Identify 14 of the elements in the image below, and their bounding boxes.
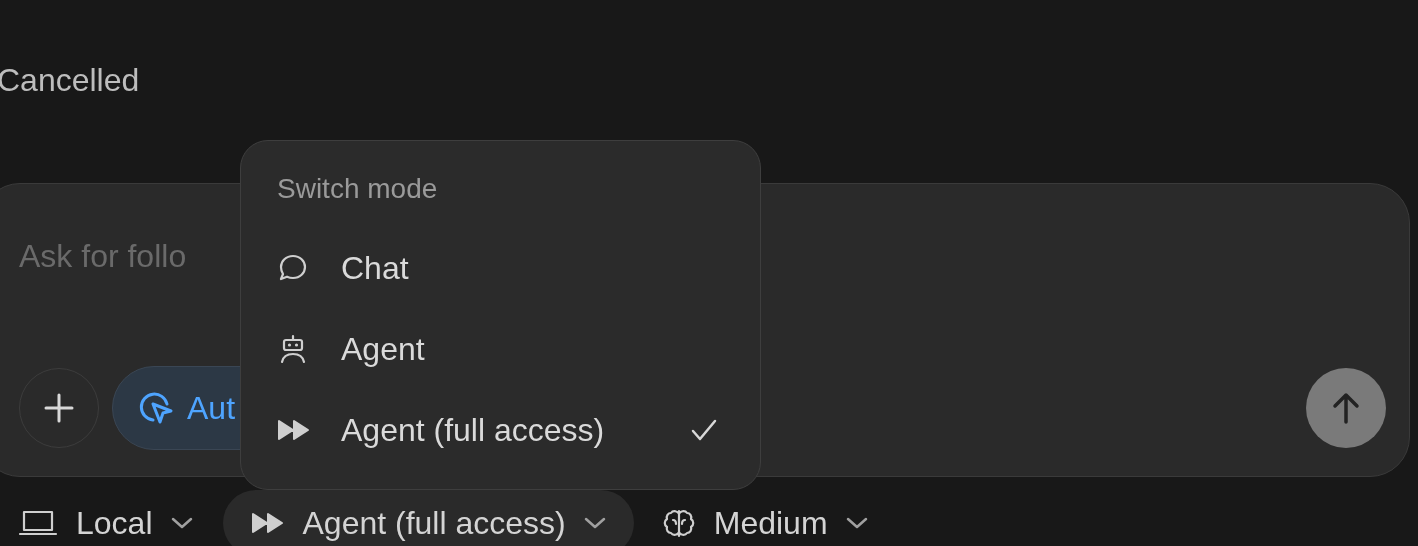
chevron-down-icon — [583, 516, 606, 530]
cursor-icon — [139, 390, 173, 426]
mode-selector[interactable]: Local — [18, 490, 193, 546]
mode-selector[interactable]: Agent (full access) — [222, 490, 634, 546]
mode-selector[interactable]: Medium — [645, 490, 884, 546]
chevron-down-icon — [845, 516, 868, 530]
chevron-down-icon — [170, 516, 193, 530]
fast-forward-icon — [277, 417, 311, 442]
arrow-up-icon — [1332, 392, 1360, 424]
menu-title: Switch mode — [277, 172, 439, 206]
plus-icon — [44, 393, 74, 423]
menu-item[interactable]: Chat — [277, 227, 724, 308]
fast-forward-icon — [250, 511, 285, 535]
prompt-input[interactable]: Ask for follo — [19, 236, 259, 276]
